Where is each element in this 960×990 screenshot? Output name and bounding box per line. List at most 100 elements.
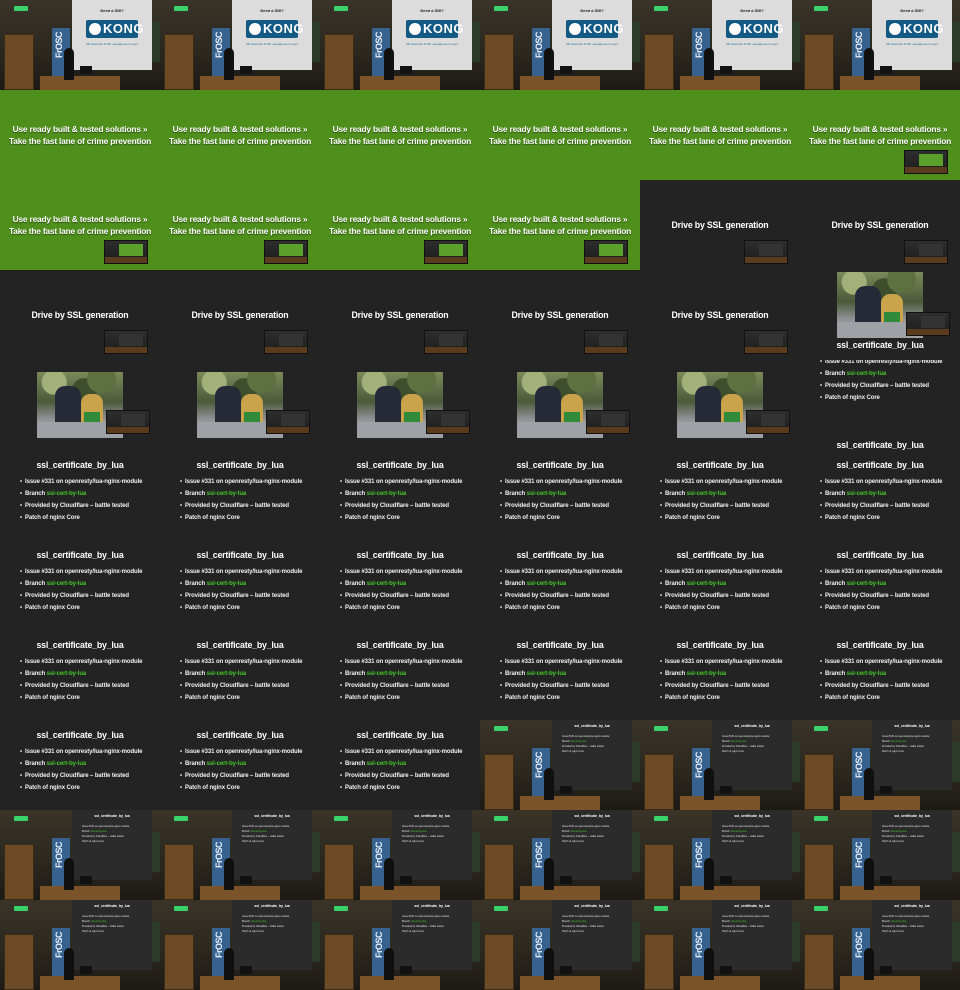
slide-title: ssl_certificate_by_lua — [36, 640, 124, 650]
kong-heading: Need a SNI? — [900, 8, 924, 13]
bullet-list: Issue #331 on openresty/lua-nginx-module… — [20, 746, 142, 794]
speaker — [384, 858, 394, 890]
bullet-text: Patch of nginx Core — [665, 695, 720, 701]
banner-text: FrOSC — [374, 842, 384, 869]
bullet-text: Provided by Cloudflare – battle tested — [402, 835, 444, 838]
bullet-text: Branch — [345, 491, 367, 497]
bullet-highlight: ssl-cert-by-lua — [846, 671, 887, 677]
bullet-text: Patch of nginx Core — [825, 395, 880, 401]
bullet-item: Issue #331 on openresty/lua-nginx-module — [820, 476, 942, 488]
frame-kong-slide: FrOSC Need a SNI? KONG Microservice & API m… — [480, 0, 640, 90]
inset-thumbnail — [426, 410, 470, 434]
slide-line-2: Take the fast lane of crime prevention — [488, 226, 632, 236]
projection-screen: Need a SNI? KONG Microservice & API manage… — [232, 0, 312, 70]
bullet-text: Provided by Cloudflare – battle tested — [562, 835, 604, 838]
bullet-item: Patch of nginx Core — [500, 692, 622, 704]
bullet-text: Patch of nginx Core — [242, 930, 264, 933]
bullet-list: Issue #331 on openresty/lua-nginx-module… — [180, 566, 302, 614]
exit-sign-icon — [654, 6, 668, 11]
bullet-list: Issue #331 on openresty/lua-nginx-module… — [562, 914, 609, 934]
frame-photo-slide — [480, 360, 640, 450]
frame-green-slide: Use ready built & tested solutions » Take… — [0, 180, 160, 270]
bullet-item: Branch ssl-cert-by-lua — [20, 758, 142, 770]
bullet-list: Issue #331 on openresty/lua-nginx-module… — [82, 824, 129, 844]
bullet-item: Patch of nginx Core — [20, 692, 142, 704]
bullet-item: Branch ssl-cert-by-lua — [180, 758, 302, 770]
frame-room-cert-slide: FrOSC ssl_certificate_by_lua Issue #331 on… — [480, 720, 640, 810]
exit-sign-icon — [494, 816, 508, 821]
bullet-text: Branch — [562, 740, 571, 743]
bullet-item: Provided by Cloudflare – battle tested — [500, 680, 622, 692]
bullet-text: Patch of nginx Core — [825, 605, 880, 611]
bullet-item: Branch ssl-cert-by-lua — [500, 668, 622, 680]
inset-floor — [747, 427, 789, 433]
frame-room-cert-slide: FrOSC ssl_certificate_by_lua Issue #331 on… — [160, 810, 320, 900]
exit-sign-icon — [494, 6, 508, 11]
projection-screen: Need a SNI? KONG Microservice & API manage… — [552, 0, 632, 70]
bullet-text: Patch of nginx Core — [402, 840, 424, 843]
bullet-item: Issue #331 on openresty/lua-nginx-module — [20, 566, 142, 578]
bullet-highlight: ssl-cert-by-lua — [686, 581, 727, 587]
bullet-list: Issue #331 on openresty/lua-nginx-module… — [340, 476, 462, 524]
bullet-item: Branch ssl-cert-by-lua — [180, 488, 302, 500]
inset-thumbnail — [266, 410, 310, 434]
projected-title: ssl_certificate_by_lua — [894, 814, 930, 818]
bullet-text: Issue #331 on openresty/lua-nginx-module — [665, 569, 783, 575]
banner-text: FrOSC — [374, 932, 384, 959]
bullet-item: Branch ssl-cert-by-lua — [500, 488, 622, 500]
bullet-highlight: ssl-cert-by-lua — [890, 920, 907, 923]
bullet-highlight: ssl-cert-by-lua — [526, 581, 567, 587]
bullet-item: Issue #331 on openresty/lua-nginx-module — [20, 476, 142, 488]
inset-thumbnail — [584, 330, 628, 354]
bullet-item: Provided by Cloudflare – battle tested — [820, 500, 942, 512]
projected-bullet: Patch of nginx Core — [562, 749, 609, 754]
bullet-text: Patch of nginx Core — [345, 515, 400, 521]
bullet-item: Issue #331 on openresty/lua-nginx-module — [820, 566, 942, 578]
kong-logo-text: KONG — [743, 21, 784, 36]
inset-floor — [107, 427, 149, 433]
bullet-item: Issue #331 on openresty/lua-nginx-module — [820, 656, 942, 668]
speaker — [384, 948, 394, 980]
banner-text: FrOSC — [534, 932, 544, 959]
bullet-highlight: ssl-cert-by-lua — [46, 761, 87, 767]
bullet-text: Patch of nginx Core — [345, 695, 400, 701]
projection-screen: ssl_certificate_by_lua Issue #331 on open… — [392, 900, 472, 970]
laptop — [400, 966, 412, 974]
bullet-highlight: ssl-cert-by-lua — [366, 581, 407, 587]
bullet-item: Patch of nginx Core — [820, 512, 942, 524]
inset-floor — [587, 427, 629, 433]
bullet-item: Branch ssl-cert-by-lua — [660, 488, 782, 500]
bullet-text: Patch of nginx Core — [82, 930, 104, 933]
bullet-text: Branch — [185, 671, 207, 677]
bullet-text: Provided by Cloudflare – battle tested — [722, 925, 764, 928]
laptop — [240, 966, 252, 974]
inset-thumbnail — [904, 150, 948, 174]
kong-tagline: Microservice & API management Layer — [86, 42, 138, 46]
bullet-item: Provided by Cloudflare – battle tested — [340, 770, 462, 782]
bullet-item: Issue #331 on openresty/lua-nginx-module — [340, 656, 462, 668]
slide-title: ssl_certificate_by_lua — [356, 550, 444, 560]
frame-room-cert-slide: FrOSC ssl_certificate_by_lua Issue #331 on… — [320, 810, 480, 900]
bullet-text: Branch — [82, 830, 91, 833]
bullet-text: Issue #331 on openresty/lua-nginx-module — [242, 915, 290, 918]
frame-cert-slide: ssl_certificate_by_lua Issue #331 on open… — [0, 630, 160, 720]
slide-line-2: Take the fast lane of crime prevention — [168, 136, 312, 146]
exit-sign-icon — [174, 6, 188, 11]
bullet-item: Provided by Cloudflare – battle tested — [180, 680, 302, 692]
laptop — [400, 876, 412, 884]
lectern-desk — [680, 76, 760, 90]
room-door — [804, 844, 834, 900]
speaker — [864, 948, 874, 980]
bullet-text: Patch of nginx Core — [25, 605, 80, 611]
bullet-item: Provided by Cloudflare – battle tested — [340, 590, 462, 602]
bullet-item: Provided by Cloudflare – battle tested — [340, 680, 462, 692]
frame-cert-slide: ssl_certificate_by_lua Issue #331 on open… — [320, 720, 480, 810]
bullet-text: Provided by Cloudflare – battle tested — [882, 925, 924, 928]
kong-mark-icon — [249, 23, 261, 35]
bullet-text: Branch — [345, 581, 367, 587]
inset-floor — [425, 347, 467, 353]
frame-green-slide: Use ready built & tested solutions » Take… — [160, 90, 320, 180]
slide-line-1: Use ready built & tested solutions » — [12, 124, 148, 134]
lectern-desk — [840, 796, 920, 810]
frame-ssl-slide: Drive by SSL generation — [800, 180, 960, 270]
